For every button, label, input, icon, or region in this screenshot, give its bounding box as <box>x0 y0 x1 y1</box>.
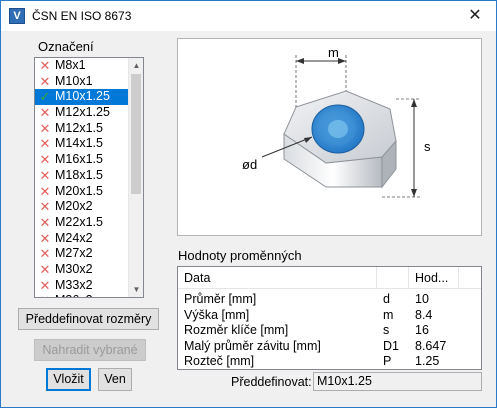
cross-icon: ✕ <box>39 73 51 89</box>
list-item-label: M12x1.5 <box>55 120 103 135</box>
list-item-label: M10x1 <box>55 73 93 88</box>
list-item[interactable]: ✕M36x3 <box>35 293 129 297</box>
cell-symbol: d <box>383 292 390 306</box>
designation-items: ✕ M8x1 ✕ M10x1 ✓ M10x1.25 ✕ M12x1.25 ✕ M12x1.5 ✕ M1… <box>35 58 143 297</box>
window-title: ČSN EN ISO 8673 <box>32 9 132 23</box>
cross-icon: ✕ <box>39 261 51 277</box>
list-scrollbar[interactable]: ▲ ▼ <box>128 58 143 297</box>
table-row[interactable]: Rozteč [mm] P 1.25 <box>178 354 481 369</box>
replace-selected-button[interactable]: Nahradit vybrané <box>34 339 146 361</box>
cell-symbol: m <box>383 307 394 322</box>
list-item[interactable]: ✕ M27x2 <box>35 246 129 262</box>
list-item-label: M27x2 <box>55 246 93 261</box>
m-dimension-label: m <box>328 45 339 60</box>
table-row[interactable]: Rozměr klíče [mm] s 16 <box>178 323 481 339</box>
check-icon: ✓ <box>39 89 51 105</box>
list-item[interactable]: ✕ M20x1.5 <box>35 184 129 200</box>
list-item[interactable]: ✕ M12x1.5 <box>35 121 129 137</box>
dialog-window: V ČSN EN ISO 8673 ✕ Označení ✕ M8x1 ✕ M10x1… <box>0 0 497 408</box>
cell-name: Výška [mm] <box>184 307 250 322</box>
list-item[interactable]: ✕ M30x2 <box>35 262 129 278</box>
list-item[interactable]: ✓ M10x1.25 <box>35 89 129 106</box>
list-item[interactable]: ✕ M20x2 <box>35 199 129 215</box>
s-dimension-label: s <box>424 139 431 154</box>
list-item[interactable]: ✕ M16x1.5 <box>35 152 129 168</box>
cross-icon: ✕ <box>39 120 51 136</box>
list-item-label: M24x2 <box>55 230 93 245</box>
designation-list[interactable]: ✕ M8x1 ✕ M10x1 ✓ M10x1.25 ✕ M12x1.25 ✕ M12x1.5 ✕ M1… <box>34 57 144 298</box>
close-button[interactable]: ✕ <box>458 1 492 31</box>
list-item-label: M33x2 <box>55 277 93 292</box>
list-item[interactable]: ✕ M33x2 <box>35 278 129 294</box>
cell-symbol: D1 <box>383 338 399 353</box>
list-item-label: M30x2 <box>55 261 93 276</box>
cell-value: 10 <box>415 292 429 306</box>
insert-button[interactable]: Vložit <box>46 368 91 391</box>
list-item-label: M22x1.5 <box>55 214 103 229</box>
predefine-sizes-button[interactable]: Předdefinovat rozměry <box>18 308 159 330</box>
list-item-label: M16x1.5 <box>55 152 103 167</box>
cell-name: Malý průměr závitu [mm] <box>184 338 321 353</box>
cross-icon: ✕ <box>39 246 51 262</box>
cross-icon: ✕ <box>39 183 51 199</box>
list-item-label: M20x2 <box>55 199 93 214</box>
list-item-label: M36x3 <box>55 293 93 297</box>
cross-icon: ✕ <box>39 58 51 73</box>
table-row[interactable]: Výška [mm] m 8.4 <box>178 308 481 324</box>
cross-icon: ✕ <box>39 277 51 293</box>
cell-symbol: P <box>383 354 392 368</box>
cell-value: 16 <box>415 323 429 337</box>
list-item[interactable]: ✕ M10x1 <box>35 74 129 90</box>
table-header: Data Hod... <box>178 267 481 289</box>
cross-icon: ✕ <box>39 214 51 230</box>
cell-name: Rozměr klíče [mm] <box>184 323 289 337</box>
list-item[interactable]: ✕ M8x1 <box>35 58 129 74</box>
list-item-label: M10x1.25 <box>55 89 110 104</box>
title-bar: V ČSN EN ISO 8673 ✕ <box>1 1 496 31</box>
list-item[interactable]: ✕ M18x1.5 <box>35 168 129 184</box>
list-item-label: M8x1 <box>55 58 86 72</box>
table-row[interactable]: Malý průměr závitu [mm] D1 8.647 <box>178 339 481 355</box>
cell-symbol: s <box>383 323 390 337</box>
cross-icon: ✕ <box>39 105 51 121</box>
cell-name: Průměr [mm] <box>184 292 257 306</box>
column-header-symbol[interactable] <box>377 267 409 289</box>
cross-icon: ✕ <box>39 167 51 183</box>
list-item[interactable]: ✕ M24x2 <box>35 231 129 247</box>
cross-icon: ✕ <box>39 136 51 152</box>
app-icon: V <box>9 8 25 24</box>
cross-icon: ✕ <box>38 293 52 297</box>
variables-table: Data Hod... Průměr [mm] d 10 Výška [mm] m 8.4… <box>177 266 482 370</box>
cross-icon: ✕ <box>39 152 51 168</box>
list-item[interactable]: ✕ M14x1.5 <box>35 136 129 152</box>
cell-value: 8.647 <box>415 338 447 353</box>
scroll-up-icon[interactable]: ▲ <box>129 58 143 73</box>
scroll-down-icon[interactable]: ▼ <box>129 282 143 297</box>
list-item[interactable]: ✕ M22x1.5 <box>35 215 129 231</box>
cross-icon: ✕ <box>39 230 51 246</box>
cross-icon: ✕ <box>39 199 51 215</box>
hex-nut-illustration: m s ød <box>242 45 431 198</box>
list-item[interactable]: ✕ M12x1.25 <box>35 105 129 121</box>
column-header-value[interactable]: Hod... <box>409 267 459 289</box>
table-row[interactable]: Průměr [mm] d 10 <box>178 292 481 308</box>
cell-name: Rozteč [mm] <box>184 354 255 368</box>
predefine-label: Předdefinovat: <box>231 375 312 389</box>
nut-diagram: m s ød <box>177 38 482 236</box>
list-item-label: M12x1.25 <box>55 105 110 120</box>
exit-button[interactable]: Ven <box>98 368 132 391</box>
column-header-data[interactable]: Data <box>178 267 377 289</box>
scroll-thumb[interactable] <box>131 74 141 194</box>
d-dimension-label: ød <box>242 157 257 172</box>
designation-label: Označení <box>38 39 94 54</box>
list-item-label: M20x1.5 <box>55 183 103 198</box>
variables-label: Hodnoty proměnných <box>178 248 302 263</box>
cell-value: 1.25 <box>415 354 440 368</box>
predefine-value-field: M10x1.25 <box>313 372 482 391</box>
cell-value: 8.4 <box>415 307 433 322</box>
list-item-label: M14x1.5 <box>55 136 103 151</box>
list-item-label: M18x1.5 <box>55 167 103 182</box>
